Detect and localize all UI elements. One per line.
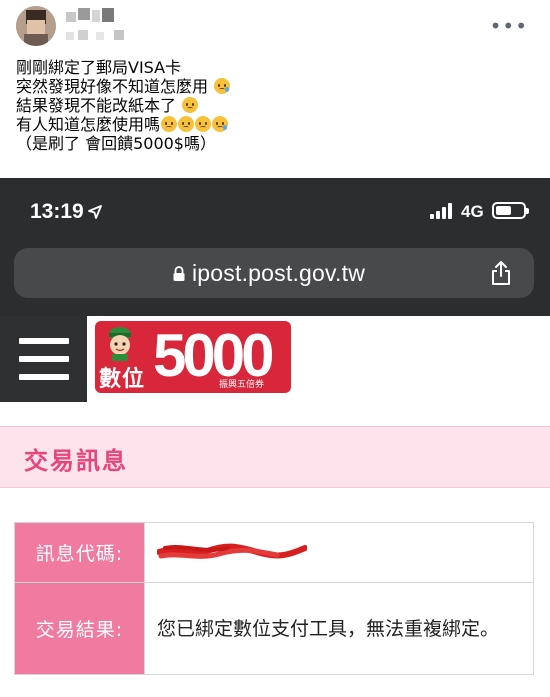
- post-meta-pixelated: [66, 30, 146, 42]
- page-title: 交易訊息: [24, 447, 128, 475]
- status-bar: 13:19 4G: [0, 178, 550, 246]
- signal-bars-icon: [430, 203, 452, 219]
- status-time: 13:19: [30, 200, 84, 223]
- logo-5000-digital[interactable]: 數位 5000 振興五倍券: [95, 321, 291, 393]
- message-code-label: 訊息代碼:: [14, 522, 145, 583]
- message-code-value-redacted: [144, 522, 534, 583]
- more-options-button[interactable]: •••: [490, 14, 528, 38]
- phone-screenshot: 13:19 4G ipost.post.gov.tw 數位 5000 振興五倍券…: [0, 178, 550, 697]
- hamburger-menu-button[interactable]: [0, 316, 87, 402]
- crying-face-emoji-icon: [212, 116, 229, 132]
- mascot-icon: [109, 327, 131, 361]
- lock-icon: [173, 266, 185, 281]
- location-arrow-icon: [88, 205, 102, 219]
- logo-subtitle: 振興五倍券: [219, 380, 265, 390]
- hamburger-line: [19, 338, 69, 344]
- hamburger-line: [19, 374, 69, 380]
- post-line: （是刷了 會回饋5000$嗎）: [16, 134, 216, 153]
- avatar[interactable]: [16, 6, 56, 46]
- site-header: 數位 5000 振興五倍券: [0, 316, 550, 402]
- transaction-result-label: 交易結果:: [14, 582, 145, 675]
- transaction-info-table: 訊息代碼: 交易結果: 您已綁定數位支付工具，無法重複綁定。: [14, 522, 534, 675]
- website-content: 數位 5000 振興五倍券 交易訊息 訊息代碼: 交易結果: 您已綁定數位支付工…: [0, 316, 550, 697]
- battery-icon: [492, 202, 529, 219]
- post-line: 剛剛綁定了郵局VISA卡: [16, 58, 182, 77]
- sad-face-emoji-icon: [178, 116, 195, 132]
- post-header: •••: [0, 0, 550, 52]
- transaction-result-value: 您已綁定數位支付工具，無法重複綁定。: [144, 582, 534, 675]
- post-line: 結果發現不能改紙本了: [16, 96, 536, 115]
- post-text: 剛剛綁定了郵局VISA卡 突然發現好像不知道怎麼用 結果發現不能改紙本了 有人知…: [16, 58, 536, 153]
- network-label: 4G: [461, 202, 484, 221]
- hamburger-line: [19, 356, 69, 362]
- poster-name-pixelated[interactable]: [66, 8, 136, 24]
- table-row: 交易結果: 您已綁定數位支付工具，無法重複綁定。: [14, 582, 534, 675]
- url-text[interactable]: ipost.post.gov.tw: [192, 260, 365, 287]
- more-horizontal-icon: •••: [489, 14, 528, 38]
- redaction-scribble: [157, 536, 521, 570]
- page-heading-band: 交易訊息: [0, 426, 550, 488]
- post-line: 有人知道怎麼使用嗎: [16, 115, 536, 134]
- sad-face-emoji-icon: [182, 97, 199, 113]
- share-icon[interactable]: [490, 260, 512, 286]
- sad-face-emoji-icon: [161, 116, 178, 132]
- table-row: 訊息代碼:: [14, 522, 534, 583]
- crying-face-emoji-icon: [214, 78, 231, 94]
- sad-face-emoji-icon: [195, 116, 212, 132]
- post-line: 突然發現好像不知道怎麼用: [16, 77, 536, 96]
- url-bar[interactable]: ipost.post.gov.tw: [14, 248, 534, 298]
- logo-word: 數位: [99, 367, 146, 392]
